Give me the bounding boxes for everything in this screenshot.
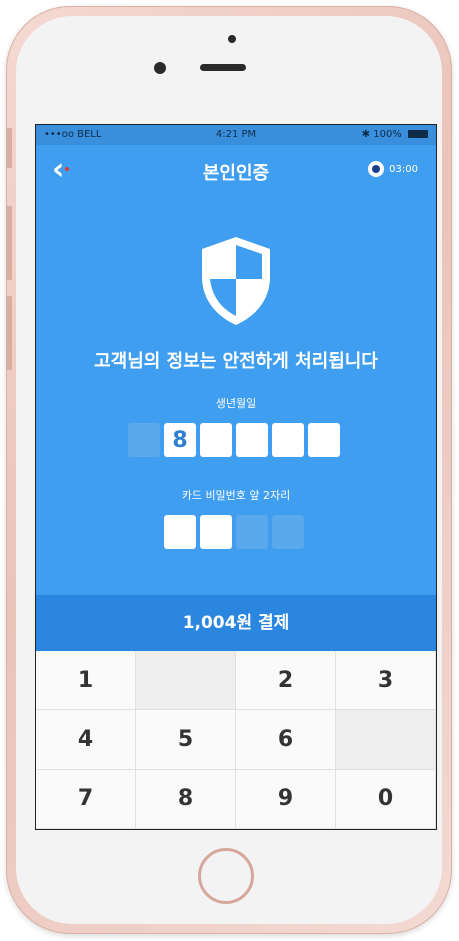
app-screen: •••oo BELL 4:21 PM ✱ 100% ‹ 본인인증 03:00 고… bbox=[35, 124, 437, 830]
pay-button[interactable]: 1,004원 결제 bbox=[36, 595, 436, 651]
volume-up-button bbox=[6, 206, 12, 280]
card-pin-digit-box bbox=[164, 515, 196, 549]
birthdate-input[interactable]: 8 bbox=[128, 423, 340, 457]
card-pin-input[interactable] bbox=[164, 515, 304, 549]
keypad-key-5[interactable]: 5 bbox=[136, 710, 236, 770]
card-pin-digit-box bbox=[272, 515, 304, 549]
mute-switch bbox=[6, 128, 12, 168]
card-pin-digit-box bbox=[236, 515, 268, 549]
birthdate-digit-box bbox=[128, 423, 160, 457]
birthdate-digit-box bbox=[236, 423, 268, 457]
security-headline: 고객님의 정보는 안전하게 처리됩니다 bbox=[94, 351, 378, 372]
volume-down-button bbox=[6, 296, 12, 370]
status-bar: •••oo BELL 4:21 PM ✱ 100% bbox=[36, 125, 436, 145]
home-button[interactable] bbox=[198, 848, 254, 904]
keypad-key-4[interactable]: 4 bbox=[36, 710, 136, 770]
session-timer: 03:00 bbox=[368, 161, 418, 177]
front-camera bbox=[228, 35, 236, 43]
keypad-blank-key[interactable] bbox=[336, 710, 436, 770]
bluetooth-icon: ✱ bbox=[361, 129, 374, 140]
keypad-key-0[interactable]: 0 bbox=[336, 769, 436, 829]
proximity-sensor bbox=[154, 62, 166, 74]
birthdate-digit-box bbox=[200, 423, 232, 457]
keypad-key-6[interactable]: 6 bbox=[236, 710, 336, 770]
keypad-key-8[interactable]: 8 bbox=[136, 769, 236, 829]
keypad-key-7[interactable]: 7 bbox=[36, 769, 136, 829]
card-pin-digit-box bbox=[200, 515, 232, 549]
battery-status: ✱ 100% bbox=[362, 125, 428, 145]
battery-icon bbox=[408, 130, 428, 138]
birthdate-digit-box bbox=[272, 423, 304, 457]
earpiece-speaker bbox=[200, 64, 246, 71]
birthdate-digit-box bbox=[308, 423, 340, 457]
keypad-key-2[interactable]: 2 bbox=[236, 651, 336, 711]
birthdate-digit-box: 8 bbox=[164, 423, 196, 457]
keypad-blank-key[interactable] bbox=[136, 651, 236, 711]
numeric-keypad: 1 23 456 7890 bbox=[36, 651, 436, 829]
birthdate-label: 생년월일 bbox=[215, 397, 257, 410]
timer-icon bbox=[368, 161, 385, 177]
battery-percent: 100% bbox=[373, 129, 402, 140]
keypad-key-3[interactable]: 3 bbox=[336, 651, 436, 711]
keypad-key-1[interactable]: 1 bbox=[36, 651, 136, 711]
keypad-key-9[interactable]: 9 bbox=[236, 769, 336, 829]
card-pin-label: 카드 비밀번호 앞 2자리 bbox=[181, 489, 291, 502]
timer-value: 03:00 bbox=[389, 163, 418, 175]
nav-bar: ‹ 본인인증 03:00 bbox=[36, 145, 436, 197]
shield-icon bbox=[202, 237, 270, 325]
